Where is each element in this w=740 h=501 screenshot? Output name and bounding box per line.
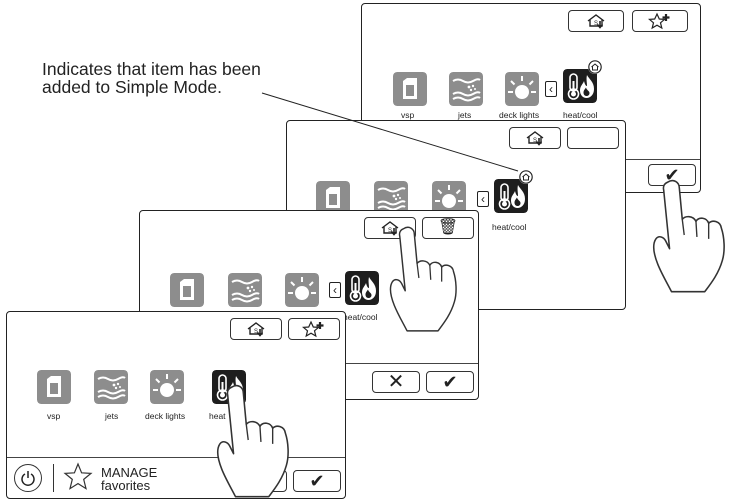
pointing-hand-icon bbox=[214, 380, 302, 500]
pointing-hand-icon bbox=[387, 222, 469, 334]
pointing-hand-icon bbox=[650, 175, 738, 295]
callout-leader-line bbox=[261, 92, 519, 172]
